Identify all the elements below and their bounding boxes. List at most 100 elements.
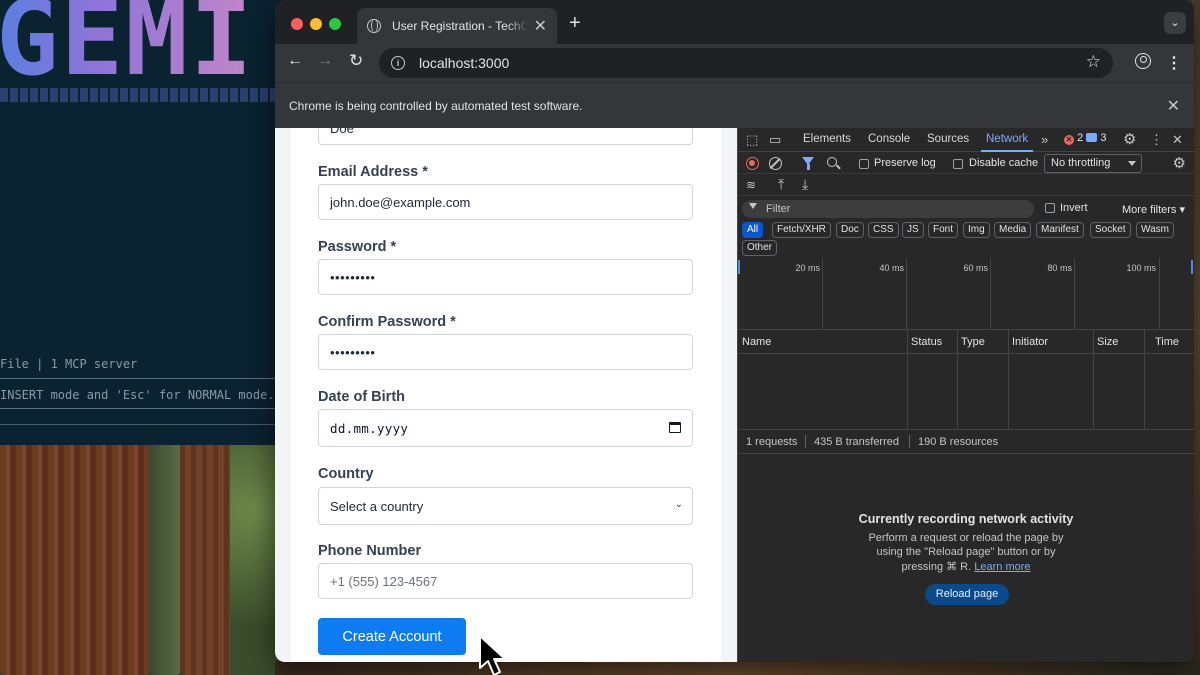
reload-page-button[interactable]: Reload page [925, 584, 1009, 605]
infobar-close-button[interactable]: ✕ [1167, 96, 1180, 116]
forward-button[interactable]: → [317, 52, 333, 70]
dob-input[interactable]: dd.mm.yyyy [318, 409, 693, 447]
timeline-gridline [990, 258, 991, 329]
chip-img[interactable]: Img [963, 222, 990, 238]
network-summary-bar: 1 requests 435 B transferred 190 B resou… [738, 430, 1194, 454]
bookmark-star-icon[interactable]: ☆ [1086, 52, 1101, 72]
reload-button[interactable]: ↻ [349, 51, 363, 71]
column-type[interactable]: Type [961, 336, 985, 348]
filter-input[interactable]: Filter [742, 200, 1034, 218]
chip-fetch-xhr[interactable]: Fetch/XHR [772, 222, 831, 238]
chip-media[interactable]: Media [994, 222, 1032, 238]
column-status[interactable]: Status [911, 336, 942, 348]
phone-input[interactable]: +1 (555) 123-4567 [318, 563, 693, 599]
close-window-button[interactable] [291, 18, 303, 30]
calendar-icon[interactable] [669, 422, 681, 433]
resources-size: 190 B resources [918, 436, 999, 448]
recording-hint-text: pressing ⌘ R. [901, 561, 972, 573]
password-label: Password * [318, 239, 397, 255]
clear-button[interactable] [769, 157, 782, 170]
settings-gear-icon[interactable]: ⚙ [1123, 130, 1136, 148]
url-text: localhost:3000 [419, 55, 510, 71]
create-account-button[interactable]: Create Account [318, 618, 466, 655]
password-input[interactable]: ••••••••• [318, 259, 693, 295]
automation-infobar: Chrome is being controlled by automated … [275, 82, 1194, 128]
browser-tab[interactable]: User Registration - TechCorp ✕ [357, 8, 557, 44]
import-har-icon[interactable]: ⤒ [778, 176, 784, 193]
network-conditions-icon[interactable]: ≋ [746, 178, 756, 192]
devtools-panel: ⬚ ▭ Elements Console Sources Network » ✕… [737, 128, 1194, 662]
export-har-icon[interactable]: ⤓ [802, 176, 808, 193]
more-filters-dropdown[interactable]: More filters ▾ [1122, 203, 1185, 216]
throttling-select[interactable]: No throttling [1044, 154, 1142, 173]
maximize-window-button[interactable] [329, 18, 341, 30]
password-value: ••••••••• [330, 269, 376, 285]
email-value: john.doe@example.com [330, 194, 471, 210]
chip-manifest[interactable]: Manifest [1036, 222, 1084, 238]
disable-cache-label: Disable cache [969, 157, 1039, 169]
devtools-menu-icon[interactable]: ⋮ [1150, 132, 1163, 148]
learn-more-link[interactable]: Learn more [974, 561, 1030, 573]
network-timeline[interactable]: 20 ms 40 ms 60 ms 80 ms 100 ms [738, 258, 1194, 330]
recording-hint-line: using the "Reload page" button or by [876, 546, 1056, 558]
filter-icon[interactable] [802, 157, 814, 170]
email-input[interactable]: john.doe@example.com [318, 184, 693, 220]
chrome-window: User Registration - TechCorp ✕ + ⌄ ← → ↻… [275, 0, 1194, 662]
chip-css[interactable]: CSS [868, 222, 899, 238]
record-button[interactable] [746, 157, 759, 170]
more-tabs-icon[interactable]: » [1041, 132, 1048, 147]
filter-icon [749, 203, 757, 209]
tab-sources[interactable]: Sources [927, 133, 969, 145]
address-bar[interactable]: i localhost:3000 ☆ [379, 48, 1113, 78]
tab-close-button[interactable]: ✕ [534, 16, 547, 36]
error-icon: ✕ [1064, 135, 1074, 145]
tab-bar: User Registration - TechCorp ✕ + ⌄ [275, 0, 1194, 44]
last-name-input[interactable]: Doe [318, 128, 693, 145]
timeline-label: 80 ms [1047, 263, 1072, 273]
chip-js[interactable]: JS [902, 222, 924, 238]
chip-wasm[interactable]: Wasm [1136, 222, 1174, 238]
country-select[interactable]: Select a country ⌄ [318, 487, 693, 525]
profile-icon[interactable] [1135, 53, 1151, 69]
foliage [230, 440, 280, 675]
column-time[interactable]: Time [1155, 336, 1179, 348]
kebab-menu-icon[interactable]: ⋮ [1166, 53, 1182, 73]
issues-badge[interactable]: ✕ 2 3 [1064, 132, 1106, 145]
new-tab-button[interactable]: + [569, 12, 581, 35]
close-devtools-icon[interactable]: ✕ [1172, 132, 1183, 148]
gemini-logo: GEMI [0, 0, 254, 90]
tab-elements[interactable]: Elements [803, 133, 851, 145]
network-settings-icon[interactable]: ⚙ [1173, 154, 1186, 172]
tab-console[interactable]: Console [868, 133, 910, 145]
column-initiator[interactable]: Initiator [1012, 336, 1048, 348]
phone-label: Phone Number [318, 543, 422, 559]
chip-socket[interactable]: Socket [1090, 222, 1131, 238]
chip-all[interactable]: All [742, 222, 764, 238]
tab-search-button[interactable]: ⌄ [1164, 12, 1186, 34]
device-toolbar-icon[interactable]: ▭ [769, 132, 781, 148]
column-name[interactable]: Name [742, 336, 771, 348]
search-icon[interactable] [827, 157, 837, 167]
filter-placeholder: Filter [766, 203, 791, 215]
terminal-status-line: File | 1 MCP server [0, 357, 138, 371]
timeline-gridline [906, 258, 907, 329]
terminal-window[interactable]: GEMI File | 1 MCP server INSERT mode and… [0, 0, 300, 445]
chip-font[interactable]: Font [928, 222, 959, 238]
throttling-value: No throttling [1051, 157, 1111, 169]
inspect-element-icon[interactable]: ⬚ [746, 132, 758, 148]
invert-checkbox[interactable] [1045, 203, 1055, 213]
site-info-icon[interactable]: i [391, 56, 405, 70]
column-size[interactable]: Size [1097, 336, 1118, 348]
minimize-window-button[interactable] [310, 18, 322, 30]
dob-placeholder: dd.mm.yyyy [330, 420, 409, 436]
preserve-log-checkbox[interactable] [859, 159, 869, 169]
recording-hint-line: Perform a request or reload the page by [868, 532, 1064, 544]
back-button[interactable]: ← [287, 52, 303, 70]
timeline-gridline [822, 258, 823, 329]
network-toolbar-secondary: ≋ ⤒ ⤓ [738, 174, 1194, 196]
confirm-password-input[interactable]: ••••••••• [318, 334, 693, 370]
chip-doc[interactable]: Doc [836, 222, 864, 238]
disable-cache-checkbox[interactable] [953, 159, 963, 169]
tab-network[interactable]: Network [986, 133, 1028, 145]
chip-other[interactable]: Other [742, 240, 778, 256]
